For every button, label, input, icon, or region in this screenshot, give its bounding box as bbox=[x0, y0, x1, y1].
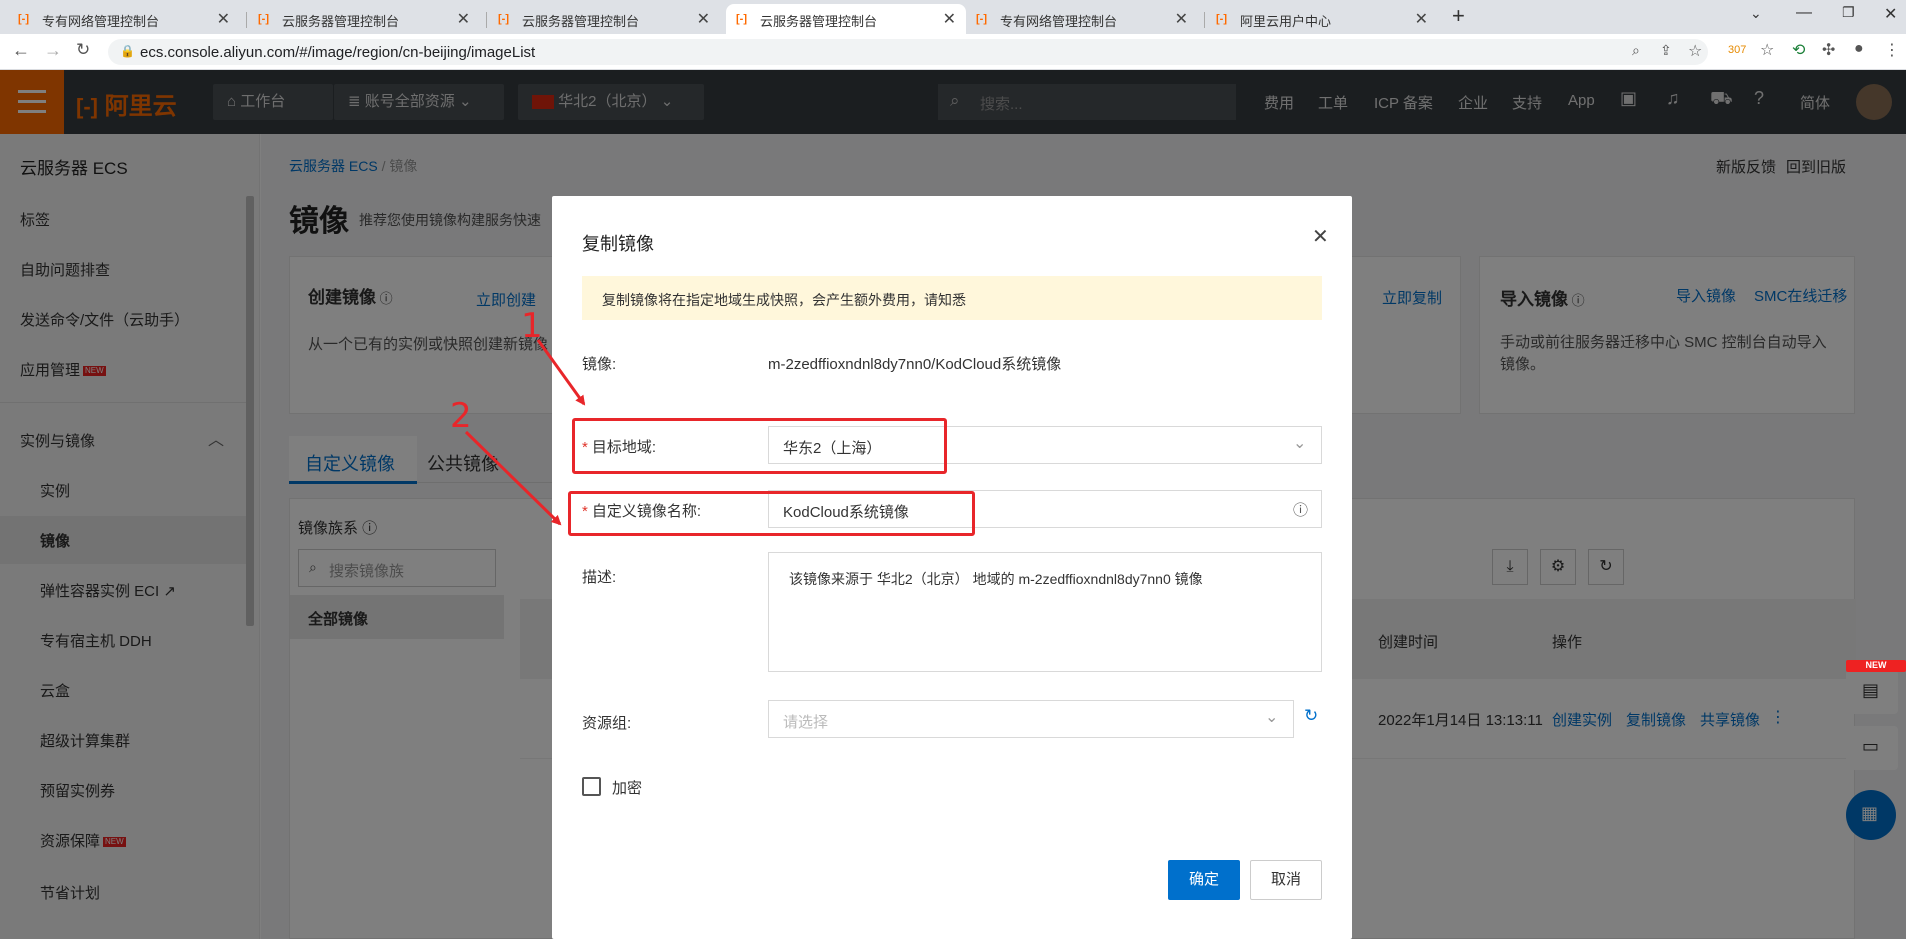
annotation-arrow-2 bbox=[464, 430, 562, 526]
annotation-arrows bbox=[464, 339, 586, 526]
annotation-arrow-1 bbox=[536, 339, 586, 406]
